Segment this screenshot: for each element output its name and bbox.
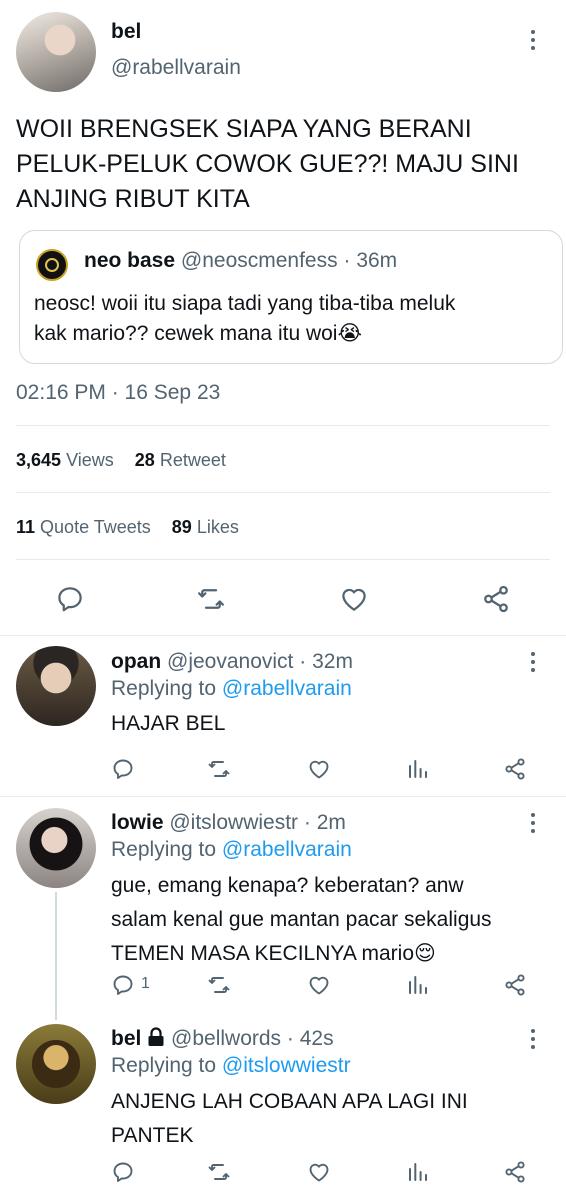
quote-line: kak mario?? cewek mana itu woi😭	[34, 322, 363, 345]
heart-icon[interactable]	[306, 1160, 332, 1184]
speech-bubble-icon[interactable]	[111, 757, 135, 781]
reply-line: gue, emang kenapa? keberatan? anw	[111, 874, 464, 897]
bar-chart-icon[interactable]	[406, 1160, 430, 1184]
reply-author-name[interactable]: opan	[111, 650, 161, 673]
heart-icon[interactable]	[306, 757, 332, 781]
quote-separator: ·	[343, 249, 351, 272]
retweet-icon[interactable]	[206, 1160, 232, 1184]
retweets-count[interactable]: 28	[135, 450, 155, 470]
replying-prefix: Replying to	[111, 677, 217, 700]
divider	[0, 796, 566, 797]
speech-bubble-icon[interactable]	[111, 1160, 135, 1184]
more-vertical-icon[interactable]	[523, 26, 543, 54]
reply-author-name[interactable]: lowie	[111, 811, 164, 834]
reply-header: bel @bellwords · 42s	[111, 1027, 334, 1051]
quote-author-name[interactable]: neo base	[84, 249, 175, 272]
views-label: Views	[66, 450, 114, 470]
main-tweet-line: WOII BRENGSEK SIAPA YANG BERANI	[16, 115, 472, 143]
reply-author-name[interactable]: bel	[111, 1027, 141, 1050]
speech-bubble-icon[interactable]	[55, 584, 85, 614]
reply-line: PANTEK	[111, 1124, 194, 1147]
quotes-count[interactable]: 11	[16, 517, 35, 537]
bar-chart-icon[interactable]	[406, 973, 430, 997]
main-author-name[interactable]: bel	[111, 20, 141, 44]
reply-avatar[interactable]	[16, 1024, 96, 1104]
reply-avatar[interactable]	[16, 646, 96, 726]
main-avatar[interactable]	[16, 12, 96, 92]
reply-header: lowie @itslowwiestr · 2m	[111, 811, 346, 835]
share-icon[interactable]	[502, 757, 528, 781]
replying-handle[interactable]: @itslowwiestr	[222, 1054, 351, 1077]
replying-prefix: Replying to	[111, 838, 217, 861]
reply-avatar[interactable]	[16, 808, 96, 888]
main-author-handle[interactable]: @rabellvarain	[111, 56, 241, 80]
reply-line: ANJENG LAH COBAAN APA LAGI INI	[111, 1090, 468, 1113]
thread-line	[55, 892, 57, 1020]
divider	[16, 559, 550, 560]
more-vertical-icon[interactable]	[523, 1025, 543, 1053]
reply-line: TEMEN MASA KECILNYA mario😌	[111, 942, 436, 965]
reply-author-handle[interactable]: @itslowwiestr	[169, 811, 298, 834]
quote-author-handle[interactable]: @neoscmenfess	[181, 249, 338, 272]
reply-text: gue, emang kenapa? keberatan? anw salam …	[111, 869, 492, 971]
quote-avatar	[36, 249, 68, 281]
replying-handle[interactable]: @rabellvarain	[222, 838, 352, 861]
reply-author-handle[interactable]: @jeovanovict	[167, 650, 293, 673]
replying-handle[interactable]: @rabellvarain	[222, 677, 352, 700]
reply-count: 1	[141, 975, 150, 992]
quote-text: neosc! woii itu siapa tadi yang tiba-tib…	[34, 289, 455, 349]
quote-tweet-card[interactable]: neo base @neoscmenfess · 36m neosc! woii…	[19, 230, 563, 364]
retweet-icon[interactable]	[206, 757, 232, 781]
retweets-label[interactable]: Retweet	[160, 450, 226, 470]
more-vertical-icon[interactable]	[523, 809, 543, 837]
reply-text: HAJAR BEL	[111, 707, 225, 741]
reply-time: 42s	[299, 1027, 334, 1050]
divider	[16, 492, 550, 493]
main-tweet-text: WOII BRENGSEK SIAPA YANG BERANI PELUK-PE…	[16, 112, 556, 217]
heart-icon[interactable]	[338, 584, 370, 614]
reply-line: salam kenal gue mantan pacar sekaligus	[111, 908, 492, 931]
stats-row-2: 11 Quote Tweets 89 Likes	[16, 517, 239, 538]
replying-to: Replying to @rabellvarain	[111, 838, 352, 862]
quote-header: neo base @neoscmenfess · 36m	[84, 249, 397, 273]
reply-time: 32m	[312, 650, 353, 673]
share-icon[interactable]	[480, 584, 512, 614]
quote-line: neosc! woii itu siapa tadi yang tiba-tib…	[34, 292, 456, 315]
share-icon[interactable]	[502, 973, 528, 997]
divider	[16, 425, 550, 426]
reply-header: opan @jeovanovict · 32m	[111, 650, 353, 674]
likes-label[interactable]: Likes	[197, 517, 239, 537]
heart-icon[interactable]	[306, 973, 332, 997]
more-vertical-icon[interactable]	[523, 648, 543, 676]
likes-count[interactable]: 89	[172, 517, 192, 537]
replying-to: Replying to @itslowwiestr	[111, 1054, 351, 1078]
replying-prefix: Replying to	[111, 1054, 217, 1077]
views-count: 3,645	[16, 450, 62, 470]
lock-icon	[147, 1027, 165, 1047]
reply-text: ANJENG LAH COBAAN APA LAGI INI PANTEK	[111, 1085, 468, 1153]
retweet-icon[interactable]	[206, 973, 232, 997]
bar-chart-icon[interactable]	[406, 757, 430, 781]
reply-line: HAJAR BEL	[111, 712, 226, 735]
main-tweet-line: PELUK-PELUK COWOK GUE??! MAJU SINI	[16, 150, 519, 178]
share-icon[interactable]	[502, 1160, 528, 1184]
speech-bubble-icon[interactable]	[111, 973, 135, 997]
reply-separator: ·	[286, 1027, 294, 1050]
stats-row-1: 3,645 Views 28 Retweet	[16, 450, 226, 471]
tweet-timestamp[interactable]: 02:16 PM · 16 Sep 23	[16, 381, 220, 405]
reply-separator: ·	[303, 811, 311, 834]
retweet-icon[interactable]	[195, 584, 227, 614]
reply-author-handle[interactable]: @bellwords	[171, 1027, 281, 1050]
quotes-label[interactable]: Quote Tweets	[40, 517, 151, 537]
quote-time: 36m	[356, 249, 398, 272]
main-tweet-line: ANJING RIBUT KITA	[16, 185, 250, 213]
reply-separator: ·	[299, 650, 307, 673]
replying-to: Replying to @rabellvarain	[111, 677, 352, 701]
divider	[0, 635, 566, 636]
reply-time: 2m	[316, 811, 346, 834]
